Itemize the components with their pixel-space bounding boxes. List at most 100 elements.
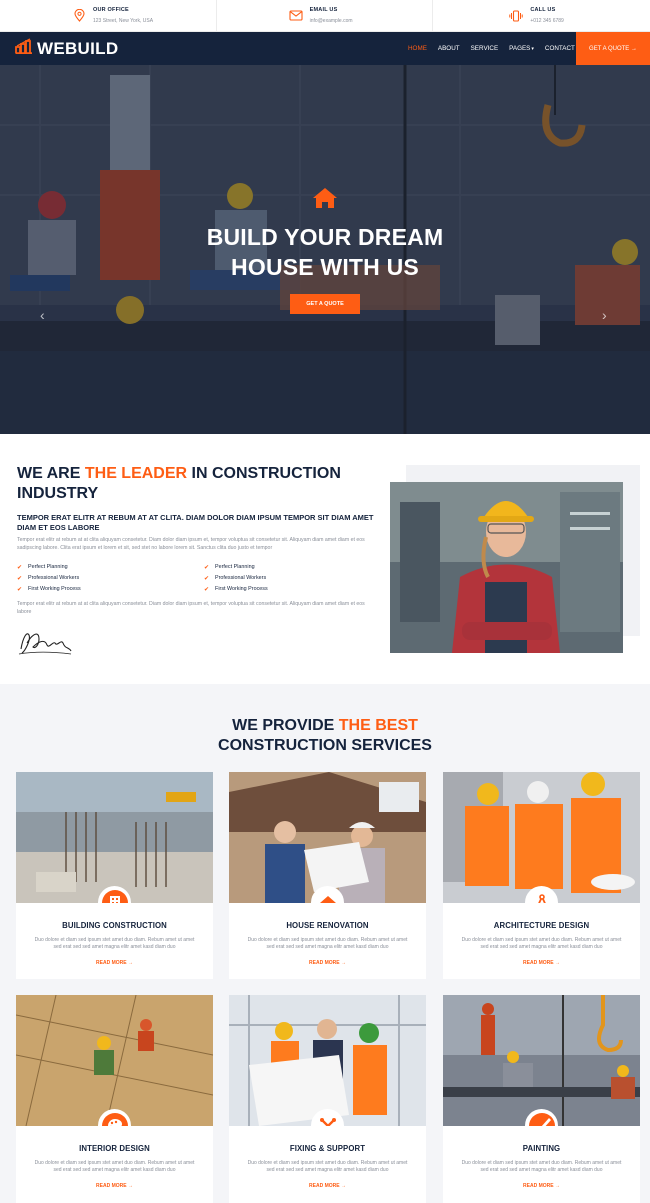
service-name: HOUSE RENOVATION	[286, 921, 369, 930]
service-card-fixing-support[interactable]: FIXING & SUPPORT Duo dolore et diam sed …	[229, 995, 426, 1203]
envelope-icon	[289, 9, 303, 23]
service-description: Duo dolore et diam sed ipsum stet amet d…	[34, 1160, 195, 1173]
nav-home[interactable]: HOME	[408, 45, 427, 52]
email-label: EMAIL US	[309, 6, 338, 13]
check-icon: ✔	[17, 586, 23, 593]
about-title: WE ARE THE LEADER IN CONSTRUCTION INDUST…	[17, 464, 357, 504]
check-item: ✔ Professional Workers	[204, 574, 377, 582]
palette-icon	[101, 1112, 128, 1126]
service-icon-badge	[525, 1109, 558, 1126]
services-title-highlight: THE BEST	[338, 717, 418, 734]
service-card-house-renovation[interactable]: HOUSE RENOVATION Duo dolore et diam sed …	[229, 772, 426, 979]
service-name: FIXING & SUPPORT	[289, 1144, 366, 1153]
hero-get-quote-button[interactable]: GET A QUOTE	[290, 294, 360, 314]
read-more-link[interactable]: READ MORE →	[16, 1183, 213, 1189]
email-address[interactable]: info@example.com	[310, 17, 353, 26]
check-label: Professional Workers	[28, 575, 80, 581]
service-icon-badge	[98, 886, 131, 903]
top-info-bar: OUR OFFICE 123 Street, New York, USA EMA…	[0, 0, 650, 32]
email-info[interactable]: EMAIL US info@example.com	[217, 0, 434, 31]
phone-number[interactable]: +012 345 6789	[530, 17, 564, 26]
service-image	[16, 772, 213, 903]
about-worker-image	[390, 482, 623, 653]
check-label: Perfect Planning	[28, 564, 68, 570]
service-card-building-construction[interactable]: BUILDING CONSTRUCTION Duo dolore et diam…	[16, 772, 213, 979]
get-quote-nav-button[interactable]: GET A QUOTE →	[576, 32, 650, 65]
service-name: BUILDING CONSTRUCTION	[62, 921, 167, 930]
hero-carousel: ‹ › BUILD YOUR DREAM HOUSE WITH US GET A…	[0, 65, 650, 434]
services-section: WE PROVIDE THE BEST CONSTRUCTION SERVICE…	[0, 684, 650, 1203]
service-description: Duo dolore et diam sed ipsum stet amet d…	[461, 1160, 622, 1173]
services-title: WE PROVIDE THE BEST CONSTRUCTION SERVICE…	[0, 716, 650, 756]
read-more-link[interactable]: READ MORE →	[16, 960, 213, 966]
service-description: Duo dolore et diam sed ipsum stet amet d…	[247, 937, 408, 950]
check-icon: ✔	[17, 575, 23, 582]
about-title-highlight: THE LEADER	[84, 465, 188, 482]
about-subtitle: TEMPOR ERAT ELITR AT REBUM AT AT CLITA. …	[17, 513, 374, 532]
about-section: WE ARE THE LEADER IN CONSTRUCTION INDUST…	[0, 434, 650, 685]
paint-brush-icon	[528, 1112, 555, 1126]
map-marker-icon	[72, 9, 86, 23]
phone-vibrate-icon	[509, 9, 524, 23]
service-description: Duo dolore et diam sed ipsum stet amet d…	[247, 1160, 408, 1173]
office-address: 123 Street, New York, USA	[93, 17, 154, 24]
office-info: OUR OFFICE 123 Street, New York, USA	[0, 0, 217, 31]
nav-contact[interactable]: CONTACT	[545, 45, 575, 52]
about-title-pre: WE ARE	[17, 465, 85, 482]
service-card-architecture-design[interactable]: ARCHITECTURE DESIGN Duo dolore et diam s…	[443, 772, 640, 979]
service-icon-badge	[525, 886, 558, 903]
service-card-painting[interactable]: PAINTING Duo dolore et diam sed ipsum st…	[443, 995, 640, 1203]
service-icon-badge	[311, 1109, 344, 1126]
nav-pages-label: PAGES	[509, 45, 531, 52]
service-image	[229, 772, 426, 903]
check-label: First Working Process	[28, 586, 81, 592]
check-label: Perfect Planning	[215, 564, 255, 570]
caret-down-icon: ▾	[531, 46, 534, 52]
building-logo-icon	[15, 38, 33, 59]
logo-text: WEBUILD	[37, 38, 119, 58]
nav-service[interactable]: SERVICE	[471, 45, 499, 52]
service-name: PAINTING	[522, 1144, 561, 1153]
building-icon	[101, 889, 128, 903]
check-item: ✔ First Working Process	[204, 585, 377, 593]
service-image	[16, 995, 213, 1126]
about-paragraph-1: Tempor erat elitr at rebum at at clita a…	[17, 537, 365, 551]
service-image	[443, 772, 640, 903]
nav-about[interactable]: ABOUT	[438, 45, 460, 52]
check-label: Professional Workers	[215, 575, 267, 581]
hero-content: BUILD YOUR DREAM HOUSE WITH US GET A QUO…	[0, 187, 650, 314]
home-icon	[0, 187, 650, 214]
call-label: CALL US	[530, 6, 556, 13]
services-title-line1: WE PROVIDE THE BEST	[0, 716, 650, 736]
hero-title-line1: BUILD YOUR DREAM	[206, 224, 444, 250]
read-more-link[interactable]: READ MORE →	[443, 960, 640, 966]
read-more-link[interactable]: READ MORE →	[229, 960, 426, 966]
services-title-pre: WE PROVIDE	[232, 717, 339, 734]
check-icon: ✔	[204, 586, 210, 593]
service-card-interior-design[interactable]: INTERIOR DESIGN Duo dolore et diam sed i…	[16, 995, 213, 1203]
service-image	[443, 995, 640, 1126]
site-logo[interactable]: WEBUILD	[15, 38, 118, 59]
nav-links: HOME ABOUT SERVICE PAGES▾ CONTACT	[408, 32, 586, 65]
nav-pages[interactable]: PAGES▾	[509, 45, 534, 52]
read-more-link[interactable]: READ MORE →	[229, 1183, 426, 1189]
service-icon-badge	[98, 1109, 131, 1126]
signature-image	[17, 627, 73, 662]
home-icon	[314, 889, 341, 903]
main-navbar: WEBUILD HOME ABOUT SERVICE PAGES▾ CONTAC…	[0, 32, 650, 65]
feature-checklist: ✔ Perfect Planning ✔ Perfect Planning ✔ Pro…	[17, 563, 377, 593]
drafting-compass-icon	[528, 889, 555, 903]
check-item: ✔ First Working Process	[17, 585, 204, 593]
service-icon-badge	[311, 886, 344, 903]
office-label: OUR OFFICE	[93, 6, 129, 13]
service-description: Duo dolore et diam sed ipsum stet amet d…	[34, 937, 195, 950]
about-paragraph-2: Tempor erat elitr at rebum at at clita a…	[17, 601, 365, 615]
read-more-link[interactable]: READ MORE →	[443, 1183, 640, 1189]
service-name: INTERIOR DESIGN	[79, 1144, 150, 1153]
services-title-line2: CONSTRUCTION SERVICES	[218, 737, 432, 754]
tools-icon	[314, 1112, 341, 1126]
check-icon: ✔	[204, 564, 210, 571]
service-description: Duo dolore et diam sed ipsum stet amet d…	[461, 937, 622, 950]
call-info[interactable]: CALL US +012 345 6789	[433, 0, 650, 31]
service-image	[229, 995, 426, 1126]
